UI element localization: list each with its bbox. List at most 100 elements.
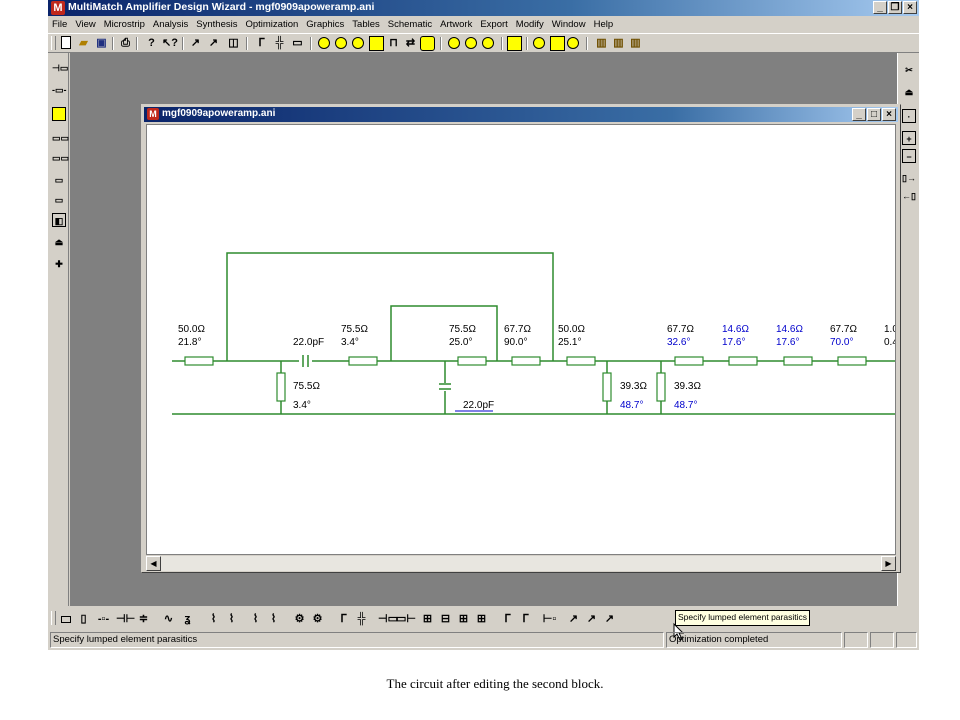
block-icon[interactable]: [52, 107, 66, 121]
horizontal-scrollbar[interactable]: ◀ ▶: [146, 556, 896, 571]
circle-tool-3-icon[interactable]: [352, 37, 364, 49]
circle-tool-7-icon[interactable]: [533, 37, 545, 49]
circle-tool-5-icon[interactable]: [465, 37, 477, 49]
port-element-2-icon[interactable]: ▭⊢: [396, 612, 416, 627]
arrow-b-icon[interactable]: ↗: [206, 36, 221, 51]
port-in-icon[interactable]: ⊣▭: [52, 61, 68, 75]
resistor-icon[interactable]: ▭: [52, 173, 66, 187]
swap-icon[interactable]: ⇄: [403, 36, 418, 51]
circle-tool-4-icon[interactable]: [448, 37, 460, 49]
series-inductor-icon[interactable]: ∿: [161, 612, 176, 627]
menu-help[interactable]: Help: [590, 19, 618, 30]
new-file-icon[interactable]: [61, 36, 71, 49]
scroll-left-icon[interactable]: ◀: [146, 556, 161, 571]
port-element-icon[interactable]: ⊣▭: [378, 612, 398, 627]
menu-modify[interactable]: Modify: [512, 19, 548, 30]
menu-view[interactable]: View: [71, 19, 99, 30]
cut-icon[interactable]: ✂: [902, 63, 916, 77]
zoom-out-icon[interactable]: −: [902, 149, 916, 163]
circle-tool-8-icon[interactable]: [567, 37, 579, 49]
print-icon[interactable]: ⎙: [118, 36, 133, 51]
ground-icon[interactable]: ⏏: [52, 235, 66, 249]
dev-icon[interactable]: ▭: [52, 193, 66, 207]
diag-3-icon[interactable]: ↗: [602, 612, 617, 627]
menu-microstrip[interactable]: Microstrip: [100, 19, 149, 30]
shunt-inductor-icon[interactable]: ʓ: [180, 612, 195, 627]
library-3-icon[interactable]: ▥: [628, 36, 643, 51]
series-element-icon[interactable]: -▫-: [96, 612, 111, 627]
toolbar-grip[interactable]: [51, 36, 56, 50]
shunt-resistor-icon[interactable]: ▯: [76, 612, 91, 627]
save-icon[interactable]: ▣: [94, 36, 109, 51]
bend-1-icon[interactable]: ᒥ: [500, 612, 515, 627]
cir-right-icon[interactable]: ▭▭: [52, 151, 69, 165]
circle-tool-6-icon[interactable]: [482, 37, 494, 49]
menu-export[interactable]: Export: [476, 19, 511, 30]
library-1-icon[interactable]: ▥: [594, 36, 609, 51]
shunt-capacitor-icon[interactable]: ≑: [136, 612, 151, 627]
close-button[interactable]: ×: [903, 1, 917, 14]
rl-series-icon[interactable]: ⌇: [206, 612, 221, 627]
eject-icon[interactable]: ⏏: [902, 85, 916, 99]
zoom-box-icon[interactable]: ·: [902, 109, 916, 123]
schematic-canvas[interactable]: 50.0Ω 21.8° 22.0pF 75.5Ω 3.4° 75.5Ω 25.0…: [146, 124, 896, 555]
ladder-2-icon[interactable]: ⊟: [438, 612, 453, 627]
square-tool-2-icon[interactable]: [420, 36, 435, 51]
import-left-icon[interactable]: ←▯: [902, 189, 916, 203]
ladder-1-icon[interactable]: ⊞: [420, 612, 435, 627]
menu-graphics[interactable]: Graphics: [302, 19, 348, 30]
menu-window[interactable]: Window: [548, 19, 590, 30]
library-2-icon[interactable]: ▥: [611, 36, 626, 51]
rl-shunt-icon[interactable]: ⌇: [224, 612, 239, 627]
menu-file[interactable]: File: [48, 19, 71, 30]
help-icon[interactable]: ?: [144, 36, 159, 51]
title-bar[interactable]: M MultiMatch Amplifier Design Wizard - m…: [48, 0, 919, 16]
circle-tool-1-icon[interactable]: [318, 37, 330, 49]
lc-series-icon[interactable]: ⌇: [248, 612, 263, 627]
menu-synthesis[interactable]: Synthesis: [192, 19, 241, 30]
restore-button[interactable]: ❐: [888, 1, 902, 14]
toolbar-grip[interactable]: [51, 611, 56, 625]
scroll-right-icon[interactable]: ▶: [881, 556, 896, 571]
diag-1-icon[interactable]: ↗: [566, 612, 581, 627]
block-element-icon[interactable]: ⊢▫: [542, 612, 557, 627]
diag-2-icon[interactable]: ↗: [584, 612, 599, 627]
menu-tables[interactable]: Tables: [348, 19, 383, 30]
series-resistor-icon[interactable]: [58, 612, 73, 627]
child-close-button[interactable]: ×: [882, 108, 896, 121]
cir-left-icon[interactable]: ▭▭: [52, 131, 69, 145]
transformer-icon[interactable]: ⚙: [292, 612, 307, 627]
menu-artwork[interactable]: Artwork: [436, 19, 476, 30]
minimize-button[interactable]: _: [873, 1, 887, 14]
export-right-icon[interactable]: ▯→: [902, 171, 916, 185]
bridge-icon[interactable]: ⊓: [386, 36, 401, 51]
insert-icon[interactable]: ◫: [226, 36, 241, 51]
arrow-a-icon[interactable]: ↗: [188, 36, 203, 51]
square-tool-1-icon[interactable]: [369, 36, 384, 51]
device-box-icon[interactable]: ◧: [52, 213, 66, 227]
cross-icon[interactable]: ✚: [52, 257, 66, 271]
lc-shunt-icon[interactable]: ⌇: [266, 612, 281, 627]
stub-icon[interactable]: ᒥ: [254, 36, 269, 51]
circle-tool-2-icon[interactable]: [335, 37, 347, 49]
tee-icon[interactable]: ╬: [272, 36, 287, 51]
bend-2-icon[interactable]: ᒥ: [518, 612, 533, 627]
element-icon[interactable]: ▭: [290, 36, 305, 51]
series-capacitor-icon[interactable]: ⊣⊢: [116, 612, 135, 627]
child-minimize-button[interactable]: _: [852, 108, 866, 121]
stub-short-icon[interactable]: ╬: [354, 612, 369, 627]
square-tool-3-icon[interactable]: [550, 36, 565, 51]
coupler-icon[interactable]: ⚙: [310, 612, 325, 627]
ladder-3-icon[interactable]: ⊞: [456, 612, 471, 627]
ladder-4-icon[interactable]: ⊞: [474, 612, 489, 627]
port-icon[interactable]: -▭-: [52, 83, 67, 97]
schematic-title-bar[interactable]: M mgf0909apoweramp.ani _ □ ×: [144, 107, 898, 122]
menu-optimization[interactable]: Optimization: [241, 19, 302, 30]
zoom-in-icon[interactable]: +: [902, 131, 916, 145]
child-maximize-button[interactable]: □: [867, 108, 881, 121]
context-help-icon[interactable]: ↖?: [162, 36, 178, 51]
open-folder-icon[interactable]: ▰: [76, 36, 91, 51]
pulse-icon[interactable]: [507, 36, 522, 51]
menu-schematic[interactable]: Schematic: [384, 19, 436, 30]
menu-analysis[interactable]: Analysis: [149, 19, 192, 30]
